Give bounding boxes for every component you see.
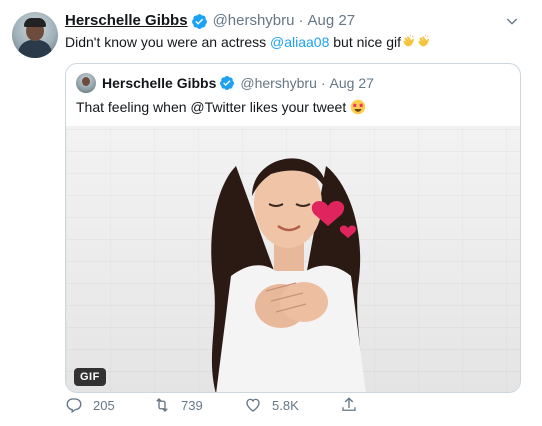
like-count: 5.8K [272, 397, 299, 413]
clapping-hands-emoji [403, 34, 414, 47]
share-icon [342, 397, 356, 411]
share-button[interactable] [340, 396, 368, 414]
avatar-body [18, 40, 52, 58]
verified-badge-icon [191, 13, 207, 29]
author-name[interactable]: Herschelle Gibbs [65, 11, 188, 31]
clapping-hands-emoji [418, 34, 429, 47]
tweet-header: Herschelle Gibbs @hershybru · Aug 27 [65, 11, 528, 31]
quoted-tweet-header: Herschelle Gibbs @hershybru · Aug 27 [76, 73, 510, 93]
retweet-count: 739 [181, 397, 203, 413]
tweet-text-before: Didn't know you were an actress [65, 34, 270, 50]
tweet-text-after: but nice gif [329, 34, 401, 50]
verified-badge-icon [220, 76, 235, 90]
avatar[interactable] [12, 12, 58, 58]
reply-icon [66, 398, 82, 414]
author-handle[interactable]: @hershybru [213, 11, 295, 31]
gif-badge: GIF [74, 368, 106, 386]
tweet-text: Didn't know you were an actress @aliaa08… [65, 32, 528, 52]
quoted-author-name: Herschelle Gibbs [102, 75, 217, 91]
quoted-tweet-text: That feeling when @Twitter likes your tw… [76, 97, 366, 117]
separator-dot: · [320, 75, 326, 91]
reply-button[interactable]: 205 [65, 396, 153, 414]
gif-frame-woman-hearts [211, 158, 366, 392]
retweet-icon [156, 398, 168, 412]
chevron-down-icon[interactable] [504, 13, 520, 29]
quoted-avatar [76, 73, 96, 93]
avatar-cap [24, 18, 46, 27]
tweet-date[interactable]: Aug 27 [308, 11, 356, 31]
heart-icon [246, 398, 260, 412]
tweet-actions: 205 739 5.8K [65, 395, 368, 415]
tweet[interactable]: Herschelle Gibbs @hershybru · Aug 27 Did… [0, 0, 542, 426]
reply-count: 205 [93, 397, 115, 413]
tweet-content: Herschelle Gibbs @hershybru · Aug 27 Did… [65, 11, 528, 393]
quoted-author-handle: @hershybru [240, 75, 317, 91]
retweet-button[interactable]: 739 [153, 396, 244, 414]
star-struck-emoji [350, 99, 366, 115]
mention-link[interactable]: @aliaa08 [270, 34, 329, 50]
gif-media[interactable]: GIF [66, 126, 520, 392]
like-button[interactable]: 5.8K [244, 396, 340, 414]
quoted-text-body: That feeling when @Twitter likes your tw… [76, 99, 351, 115]
quoted-tweet[interactable]: Herschelle Gibbs @hershybru · Aug 27 Tha… [65, 63, 521, 393]
quoted-tweet-date: Aug 27 [329, 75, 374, 91]
separator-dot: · [298, 12, 304, 29]
